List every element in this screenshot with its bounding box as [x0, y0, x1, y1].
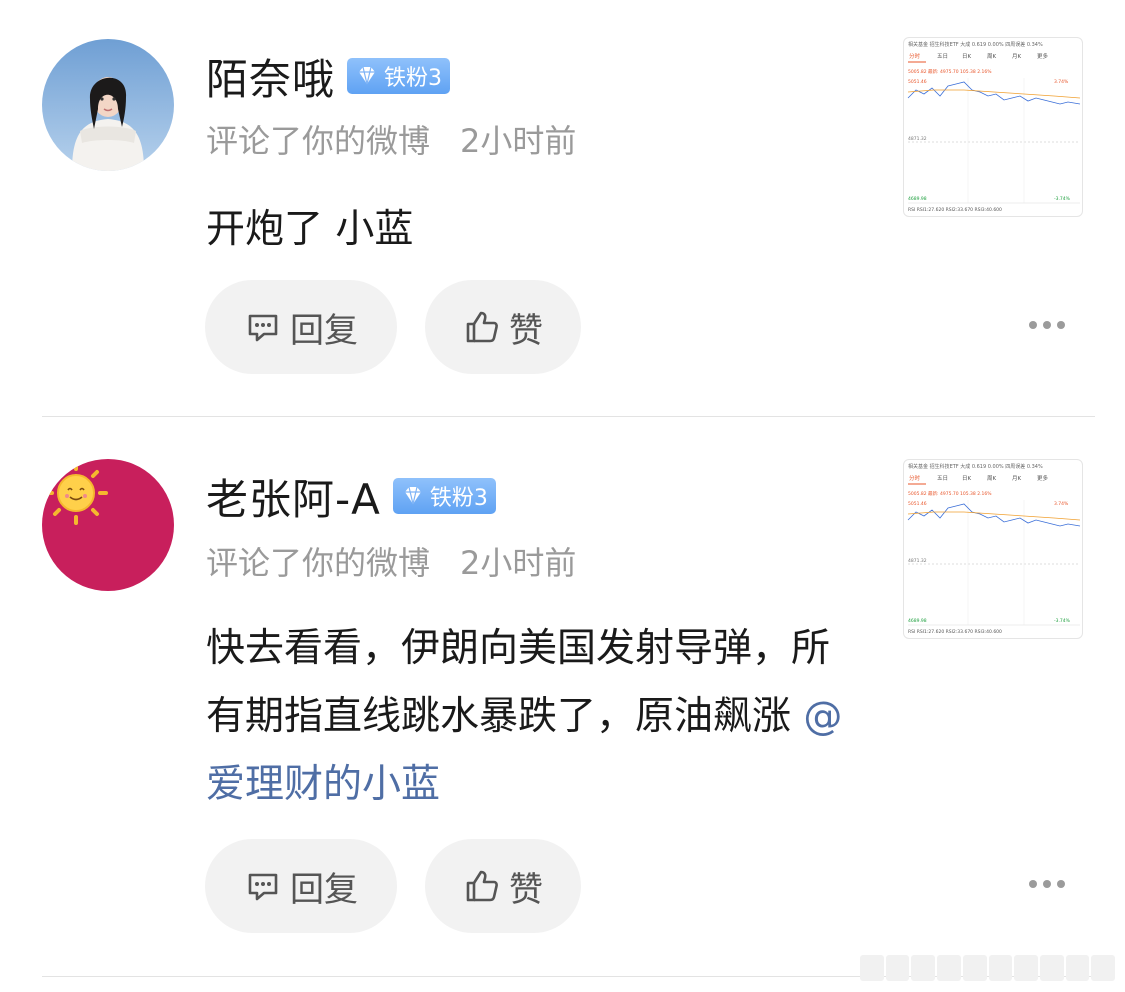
comment-text: 开炮了 小蓝 — [206, 196, 846, 264]
thumb-top-line: 相关基金 招生科技ETF 大成 0.619 0.00% 四周误差 0.34% — [908, 463, 1043, 470]
comment-meta: 评论了你的微博 2小时前 — [206, 116, 576, 162]
fan-badge[interactable]: 铁粉3 — [347, 58, 451, 94]
badge-label: 铁粉3 — [429, 486, 488, 511]
thumb-tab: 分时 — [909, 474, 921, 482]
username[interactable]: 陌奈哦 — [206, 46, 335, 107]
thumb-tab: 月K — [1012, 53, 1022, 60]
thumb-mid: 4871.32 — [908, 136, 927, 142]
avatar[interactable] — [42, 39, 174, 171]
thumb-tab: 分时 — [909, 52, 921, 60]
stock-chart-thumbnail[interactable]: 相关基金 招生科技ETF 大成 0.619 0.00% 四周误差 0.34% 分… — [903, 37, 1083, 217]
timestamp: 2小时前 — [460, 122, 577, 160]
like-button[interactable]: 赞 — [425, 839, 581, 933]
scroll-indicator — [860, 955, 1116, 981]
reply-label: 回复 — [290, 310, 358, 351]
thumb-tab: 更多 — [1037, 52, 1049, 60]
more-options-icon[interactable] — [1029, 877, 1065, 891]
avatar[interactable] — [42, 459, 174, 591]
thumb-tab: 五日 — [937, 475, 948, 482]
thumb-price-line: 5005.82 最新: 4975.70 105.38 2.16% — [908, 68, 992, 75]
comment-body: 开炮了 小蓝 — [206, 207, 414, 252]
thumb-tab: 月K — [1012, 475, 1022, 482]
diamond-icon — [399, 482, 427, 510]
comment-item: 老张阿-A 铁粉3 评论了你的微博 2小时前 快去看看，伊朗向美国发射导弹，所有期… — [0, 417, 1125, 977]
comment-icon — [244, 308, 282, 346]
fan-badge[interactable]: 铁粉3 — [392, 478, 496, 514]
thumb-tab: 周K — [987, 475, 997, 482]
more-options-icon[interactable] — [1029, 318, 1065, 332]
like-label: 赞 — [509, 310, 543, 351]
action-bar: 回复 赞 — [205, 280, 581, 374]
thumb-top-line: 相关基金 招生科技ETF 大成 0.619 0.00% 四周误差 0.34% — [908, 41, 1043, 48]
thumb-price-line: 5005.82 最新: 4975.70 105.38 2.16% — [908, 490, 992, 497]
reply-button[interactable]: 回复 — [205, 280, 397, 374]
comment-body: 快去看看，伊朗向美国发射导弹，所有期指直线跳水暴跌了，原油飙涨 — [206, 626, 831, 739]
thumbs-up-icon — [463, 867, 501, 905]
thumb-high: 5051.46 — [908, 79, 927, 85]
action-text: 评论了你的微博 — [206, 544, 431, 582]
badge-label: 铁粉3 — [384, 66, 443, 91]
diamond-icon — [353, 62, 381, 90]
name-row: 老张阿-A 铁粉3 — [206, 468, 496, 524]
action-bar: 回复 赞 — [205, 839, 581, 933]
like-label: 赞 — [509, 869, 543, 910]
thumbs-up-icon — [463, 308, 501, 346]
thumb-low-pct: -3.74% — [1054, 618, 1071, 624]
thumb-high: 5051.46 — [908, 501, 927, 507]
username[interactable]: 老张阿-A — [206, 466, 381, 527]
thumb-low: 4689.98 — [908, 196, 927, 202]
thumb-tab: 更多 — [1037, 474, 1049, 482]
comment-meta: 评论了你的微博 2小时前 — [206, 538, 576, 584]
thumb-mid: 4871.32 — [908, 558, 927, 564]
thumb-high-pct: 3.74% — [1054, 501, 1069, 507]
thumb-rsi: RSI RSI1:27.620 RSI2:33.670 RSI3:40.600 — [908, 629, 1002, 635]
thumb-tab: 周K — [987, 53, 997, 60]
thumb-high-pct: 3.74% — [1054, 79, 1069, 85]
name-row: 陌奈哦 铁粉3 — [206, 46, 451, 107]
like-button[interactable]: 赞 — [425, 280, 581, 374]
comment-icon — [244, 867, 282, 905]
stock-chart-thumbnail[interactable]: 相关基金 招生科技ETF 大成 0.619 0.00% 四周误差 0.34% 分… — [903, 459, 1083, 639]
timestamp: 2小时前 — [460, 544, 577, 582]
action-text: 评论了你的微博 — [206, 122, 431, 160]
thumb-tab: 五日 — [937, 53, 948, 60]
thumb-rsi: RSI RSI1:27.620 RSI2:33.670 RSI3:40.600 — [908, 207, 1002, 213]
thumb-low-pct: -3.74% — [1054, 196, 1071, 202]
comment-text: 快去看看，伊朗向美国发射导弹，所有期指直线跳水暴跌了，原油飙涨 @爱理财的小蓝 — [206, 615, 846, 819]
comment-item: 陌奈哦 铁粉3 评论了你的微博2小时前 开炮了 小蓝 回复 赞 相关基金 招生 — [0, 0, 1125, 417]
reply-button[interactable]: 回复 — [205, 839, 397, 933]
thumb-tab: 日K — [962, 475, 972, 482]
reply-label: 回复 — [290, 869, 358, 910]
thumb-tab: 日K — [962, 53, 972, 60]
thumb-low: 4689.98 — [908, 618, 927, 624]
